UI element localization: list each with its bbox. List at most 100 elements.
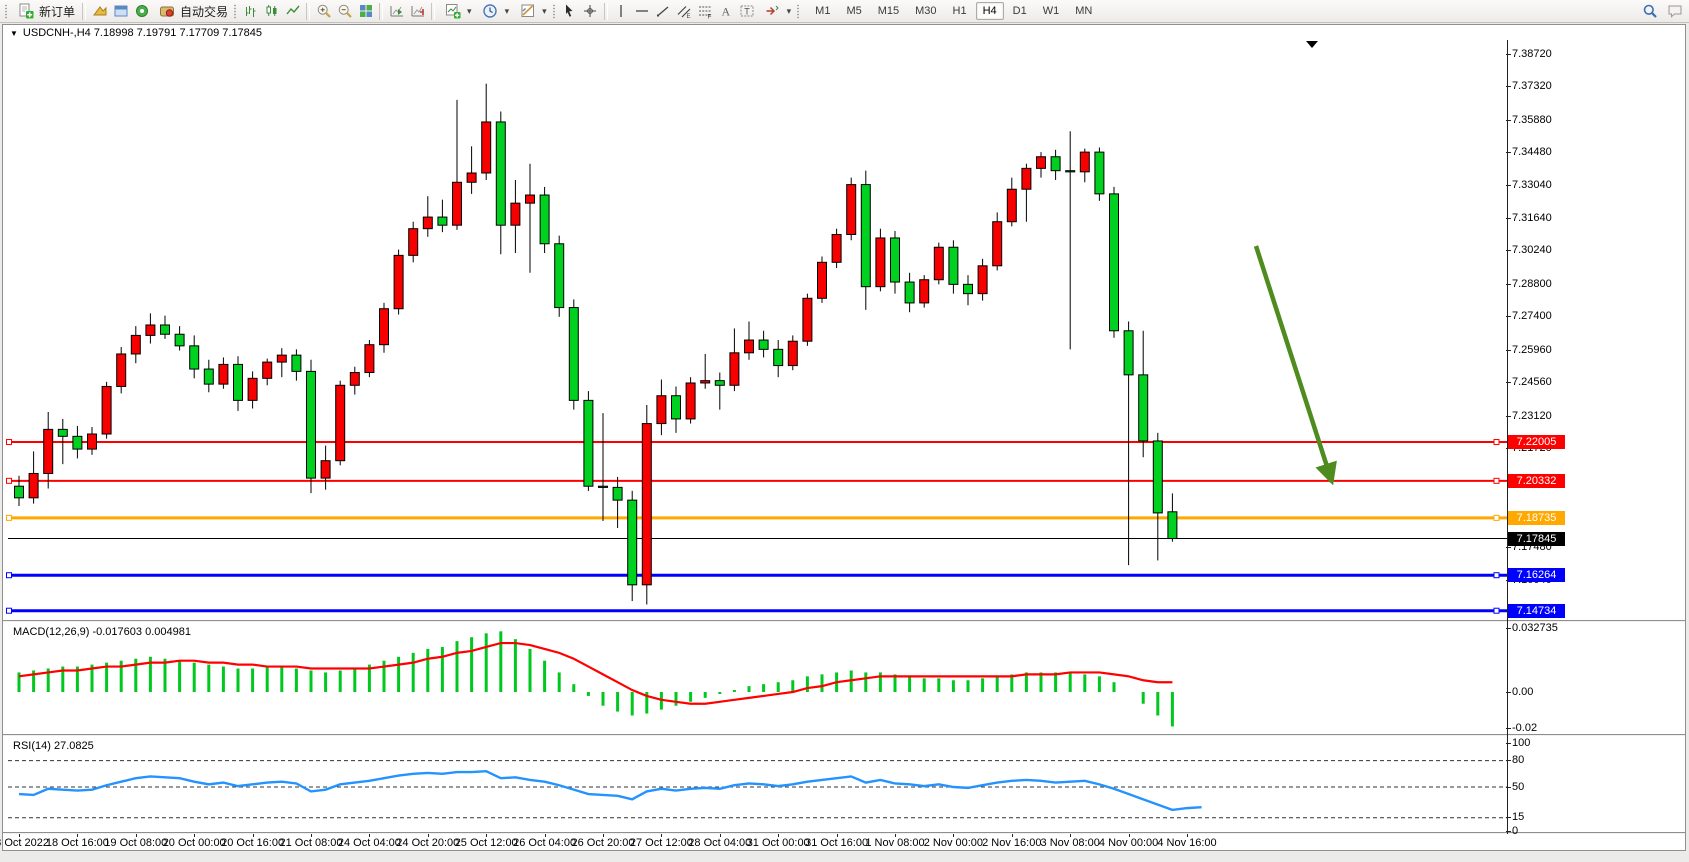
fibonacci-tool-icon[interactable]: F [695, 1, 716, 21]
time-axis-label: 20 Oct 16:00 [221, 837, 284, 849]
time-axis-tick [369, 834, 370, 837]
auto-trading-icon [156, 1, 177, 21]
toolbar-grip [796, 4, 800, 19]
cursor-tool-icon[interactable] [559, 1, 580, 21]
signals-icon[interactable] [131, 1, 152, 21]
new-order-label: 新订单 [39, 3, 75, 20]
macd-axis-tick: -0.02 [1512, 722, 1537, 735]
market-watch-icon[interactable] [89, 1, 110, 21]
timeframe-m30[interactable]: M30 [908, 2, 943, 20]
timeframe-group: M1M5M15M30H1H4D1W1MN [807, 2, 1100, 20]
macd-pane[interactable] [8, 623, 1507, 734]
rsi-axis-tick: 50 [1512, 781, 1524, 794]
rsi-axis-tick: 0 [1512, 825, 1518, 838]
pane-separator [3, 832, 1685, 834]
timeframe-w1[interactable]: W1 [1036, 2, 1067, 20]
vertical-line-tool-icon[interactable] [611, 1, 632, 21]
time-axis-tick [311, 834, 312, 837]
auto-trading-button[interactable]: 自动交易 [152, 1, 232, 21]
timeframe-mn[interactable]: MN [1068, 2, 1099, 20]
price-axis-tick: 7.30240 [1512, 244, 1552, 257]
toolbar-separator [431, 3, 435, 20]
symbol-ohlc-line: USDCNH-,H4 7.18998 7.19791 7.17709 7.178… [23, 27, 262, 39]
horizontal-line-tool-icon[interactable] [632, 1, 653, 21]
price-line-tag: 7.22005 [1508, 435, 1565, 449]
time-axis-tick [1187, 834, 1188, 837]
time-axis-label: 19 Oct 08:00 [104, 837, 167, 849]
trendline-tool-icon[interactable] [653, 1, 674, 21]
time-axis-label: 18 Oct 16:00 [46, 837, 109, 849]
time-axis-label: 24 Oct 20:00 [396, 837, 459, 849]
rsi-axis-tick: 15 [1512, 811, 1524, 824]
template-icon [517, 1, 538, 21]
timeframe-m1[interactable]: M1 [808, 2, 837, 20]
timeframe-m5[interactable]: M5 [839, 2, 868, 20]
chevron-down-icon: ▾ [787, 6, 792, 17]
price-axis-tick: 7.38720 [1512, 48, 1552, 61]
auto-scroll-icon[interactable] [407, 1, 428, 21]
time-axis-tick [136, 834, 137, 837]
chart-menu-icon[interactable]: ▼ [10, 29, 18, 38]
price-line-tag: 7.18735 [1508, 511, 1565, 525]
profiles-icon[interactable] [110, 1, 131, 21]
shapes-tool-icon [762, 1, 783, 21]
time-axis-tick [1012, 834, 1013, 837]
clock-icon [480, 1, 501, 21]
crosshair-tool-icon[interactable] [580, 1, 601, 21]
new-chart-icon [442, 1, 463, 21]
pane-separator[interactable] [3, 620, 1685, 622]
label-tool-icon[interactable]: T [737, 1, 758, 21]
time-axis-label: 20 Oct 00:00 [163, 837, 226, 849]
period-dropdown[interactable]: ▾ [476, 1, 514, 21]
chart-shift-icon[interactable] [386, 1, 407, 21]
price-axis-tick: 7.34480 [1512, 146, 1552, 159]
candlestick-mode-icon[interactable] [261, 1, 282, 21]
search-icon[interactable] [1639, 1, 1660, 21]
chevron-down-icon: ▾ [467, 6, 472, 17]
rsi-pane[interactable] [8, 737, 1507, 832]
toolbar-separator [306, 3, 310, 20]
toolbar-right-group [1639, 1, 1685, 21]
timeframe-m15[interactable]: M15 [871, 2, 906, 20]
zoom-out-icon[interactable] [334, 1, 355, 21]
template-dropdown[interactable]: ▾ [513, 1, 551, 21]
pane-separator[interactable] [3, 734, 1685, 736]
svg-text:T: T [744, 7, 750, 17]
time-axis-tick [837, 834, 838, 837]
macd-axis-tick: 0.032735 [1512, 622, 1558, 635]
timeframe-h4[interactable]: H4 [976, 2, 1004, 20]
chevron-down-icon: ▾ [505, 6, 510, 17]
zoom-in-icon[interactable] [313, 1, 334, 21]
toolbar-grip [233, 4, 237, 19]
price-line-tag: 7.14734 [1508, 604, 1565, 618]
new-order-button[interactable]: 新订单 [11, 1, 79, 21]
time-axis-label: 26 Oct 20:00 [572, 837, 635, 849]
time-axis-label: 18 Oct 2022 [0, 837, 49, 849]
line-chart-mode-icon[interactable] [282, 1, 303, 21]
time-axis-label: 21 Oct 08:00 [280, 837, 343, 849]
time-axis-tick [895, 834, 896, 837]
time-axis-label: 28 Oct 04:00 [688, 837, 751, 849]
price-axis-tick: 7.25960 [1512, 344, 1552, 357]
toolbar-separator [604, 3, 608, 20]
timeframe-h1[interactable]: H1 [946, 2, 974, 20]
price-axis-tick: 7.31640 [1512, 212, 1552, 225]
text-tool-icon[interactable]: A [716, 1, 737, 21]
toolbar-separator [379, 3, 383, 20]
price-chart-canvas[interactable] [8, 40, 1507, 621]
price-line-tag: 7.20332 [1508, 474, 1565, 488]
bar-chart-mode-icon[interactable] [240, 1, 261, 21]
toolbar-grip [4, 4, 8, 19]
chat-icon[interactable] [1664, 1, 1685, 21]
price-axis-tick: 7.28800 [1512, 278, 1552, 291]
time-axis-tick [1129, 834, 1130, 837]
time-axis-tick [19, 834, 20, 837]
shapes-dropdown[interactable]: ▾ [758, 1, 796, 21]
channel-tool-icon[interactable]: E [674, 1, 695, 21]
new-chart-dropdown[interactable]: ▾ [438, 1, 476, 21]
price-axis-tick: 7.23120 [1512, 410, 1552, 423]
time-axis-tick [486, 834, 487, 837]
toolbar: 新订单 自动交易 ▾ ▾ ▾ [0, 0, 1689, 23]
timeframe-d1[interactable]: D1 [1006, 2, 1034, 20]
tile-windows-icon[interactable] [355, 1, 376, 21]
